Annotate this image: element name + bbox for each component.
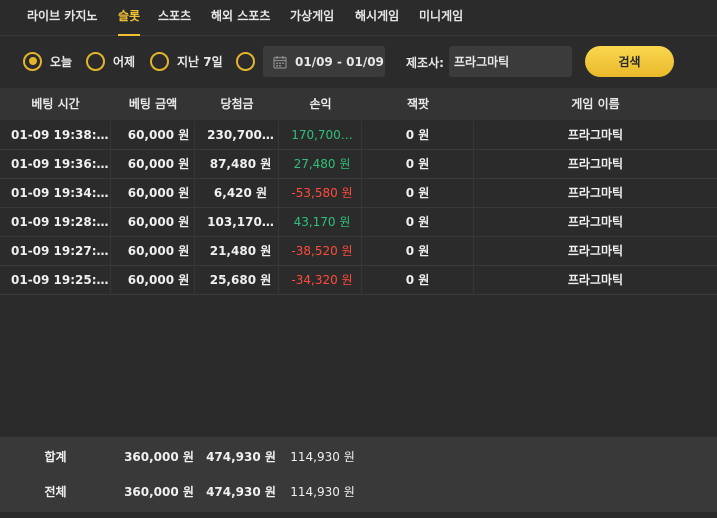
table-row[interactable]: 01-09 19:25:… 60,000 원 25,680 원 -34,320 … — [0, 266, 717, 295]
cell-game-name: 프라그마틱 — [567, 128, 624, 142]
header-profit-loss[interactable]: 손익 — [279, 88, 362, 121]
radio-today[interactable]: 오늘 — [23, 51, 72, 71]
date-range-text: 01/09 - 01/09 — [295, 54, 384, 69]
cell-bet-time: 01-09 19:27:… — [0, 237, 111, 266]
tab-slot[interactable]: 슬롯 — [118, 0, 141, 36]
cell-bet-amount: 60,000 원 — [111, 266, 195, 295]
cell-winnings: 21,480 원 — [195, 237, 279, 266]
summary-winnings: 474,930 원 — [206, 450, 276, 464]
cell-game-name: 프라그마틱 — [567, 157, 624, 171]
summary-winnings: 474,930 원 — [206, 485, 276, 499]
calendar-icon — [273, 55, 287, 69]
cell-winnings: 6,420 원 — [195, 179, 279, 208]
radio-circle — [86, 51, 105, 71]
radio-circle — [236, 51, 255, 71]
table-row[interactable]: 01-09 19:36:… 60,000 원 87,480 원 27,480 원… — [0, 150, 717, 179]
maker-label: 제조사: — [406, 56, 444, 70]
cell-bet-time: 01-09 19:34:… — [0, 179, 111, 208]
radio-label: 오늘 — [50, 54, 73, 69]
cell-bet-amount: 60,000 원 — [111, 121, 195, 150]
table-row[interactable]: 01-09 19:38:… 60,000 원 230,700… 170,700…… — [0, 121, 717, 150]
cell-jackpot: 0 원 — [362, 121, 474, 150]
bottom-strip — [0, 512, 717, 518]
header-game-name[interactable]: 게임 이름 — [474, 88, 717, 121]
radio-yesterday[interactable]: 어제 — [86, 51, 135, 71]
tab-sports[interactable]: 스포츠 — [158, 0, 191, 36]
radio-label: 지난 7일 — [177, 54, 223, 69]
filter-bar: 오늘 어제 지난 7일 01/09 - 01/09 제조사: 검색 — [0, 36, 717, 88]
table-header: 베팅 시간 베팅 금액 당첨금 손익 잭팟 게임 이름 — [0, 88, 717, 121]
cell-winnings: 25,680 원 — [195, 266, 279, 295]
header-jackpot[interactable]: 잭팟 — [362, 88, 474, 121]
tab-live-casino[interactable]: 라이브 카지노 — [27, 0, 97, 36]
cell-bet-time: 01-09 19:36:… — [0, 150, 111, 179]
radio-circle — [150, 51, 169, 71]
table-body: 01-09 19:38:… 60,000 원 230,700… 170,700…… — [0, 121, 717, 437]
cell-bet-amount: 60,000 원 — [111, 237, 195, 266]
date-range-picker[interactable]: 01/09 - 01/09 — [263, 46, 385, 77]
cell-profit-loss: 170,700… — [279, 121, 362, 150]
cell-game-name: 프라그마틱 — [567, 186, 624, 200]
cell-profit-loss: 27,480 원 — [279, 150, 362, 179]
summary-row-subtotal: 합계 360,000 원 474,930 원 114,930 원 — [0, 439, 717, 475]
cell-jackpot: 0 원 — [362, 179, 474, 208]
tab-virtual-game[interactable]: 가상게임 — [290, 0, 334, 36]
summary-label: 합계 — [44, 450, 67, 464]
radio-custom-range[interactable] — [236, 51, 263, 71]
cell-jackpot: 0 원 — [362, 237, 474, 266]
cell-winnings: 103,170… — [195, 208, 279, 237]
summary-section: 합계 360,000 원 474,930 원 114,930 원 전체 360,… — [0, 437, 717, 512]
cell-game-name: 프라그마틱 — [567, 215, 624, 229]
cell-bet-time: 01-09 19:38:… — [0, 121, 111, 150]
header-bet-time[interactable]: 베팅 시간 — [0, 88, 111, 121]
radio-label: 어제 — [113, 54, 136, 69]
cell-profit-loss: 43,170 원 — [279, 208, 362, 237]
cell-winnings: 230,700… — [195, 121, 279, 150]
cell-jackpot: 0 원 — [362, 208, 474, 237]
cell-bet-time: 01-09 19:25:… — [0, 266, 111, 295]
summary-label: 전체 — [44, 485, 67, 499]
summary-profit-loss: 114,930 원 — [290, 485, 355, 499]
tab-hash-game[interactable]: 해시게임 — [355, 0, 399, 36]
summary-profit-loss: 114,930 원 — [290, 450, 355, 464]
table-row[interactable]: 01-09 19:28:… 60,000 원 103,170… 43,170 원… — [0, 208, 717, 237]
summary-bet: 360,000 원 — [124, 485, 194, 499]
cell-profit-loss: -34,320 원 — [279, 266, 362, 295]
cell-jackpot: 0 원 — [362, 266, 474, 295]
cell-profit-loss: -38,520 원 — [279, 237, 362, 266]
maker-input[interactable] — [449, 46, 572, 77]
cell-bet-time: 01-09 19:28:… — [0, 208, 111, 237]
tab-mini-game[interactable]: 미니게임 — [419, 0, 463, 36]
game-category-tabs: 라이브 카지노 슬롯 스포츠 해외 스포츠 가상게임 해시게임 미니게임 — [0, 0, 717, 36]
summary-bet: 360,000 원 — [124, 450, 194, 464]
cell-winnings: 87,480 원 — [195, 150, 279, 179]
table-row[interactable]: 01-09 19:34:… 60,000 원 6,420 원 -53,580 원… — [0, 179, 717, 208]
header-winnings[interactable]: 당첨금 — [195, 88, 279, 121]
cell-profit-loss: -53,580 원 — [279, 179, 362, 208]
header-bet-amount[interactable]: 베팅 금액 — [111, 88, 195, 121]
cell-jackpot: 0 원 — [362, 150, 474, 179]
search-button[interactable]: 검색 — [585, 46, 674, 77]
cell-bet-amount: 60,000 원 — [111, 179, 195, 208]
cell-bet-amount: 60,000 원 — [111, 150, 195, 179]
table-row[interactable]: 01-09 19:27:… 60,000 원 21,480 원 -38,520 … — [0, 237, 717, 266]
radio-last-7-days[interactable]: 지난 7일 — [150, 51, 223, 71]
radio-circle-selected — [23, 51, 42, 71]
cell-game-name: 프라그마틱 — [567, 244, 624, 258]
cell-bet-amount: 60,000 원 — [111, 208, 195, 237]
cell-game-name: 프라그마틱 — [567, 273, 624, 287]
tab-overseas-sports[interactable]: 해외 스포츠 — [211, 0, 270, 36]
summary-row-total: 전체 360,000 원 474,930 원 114,930 원 — [0, 474, 717, 510]
